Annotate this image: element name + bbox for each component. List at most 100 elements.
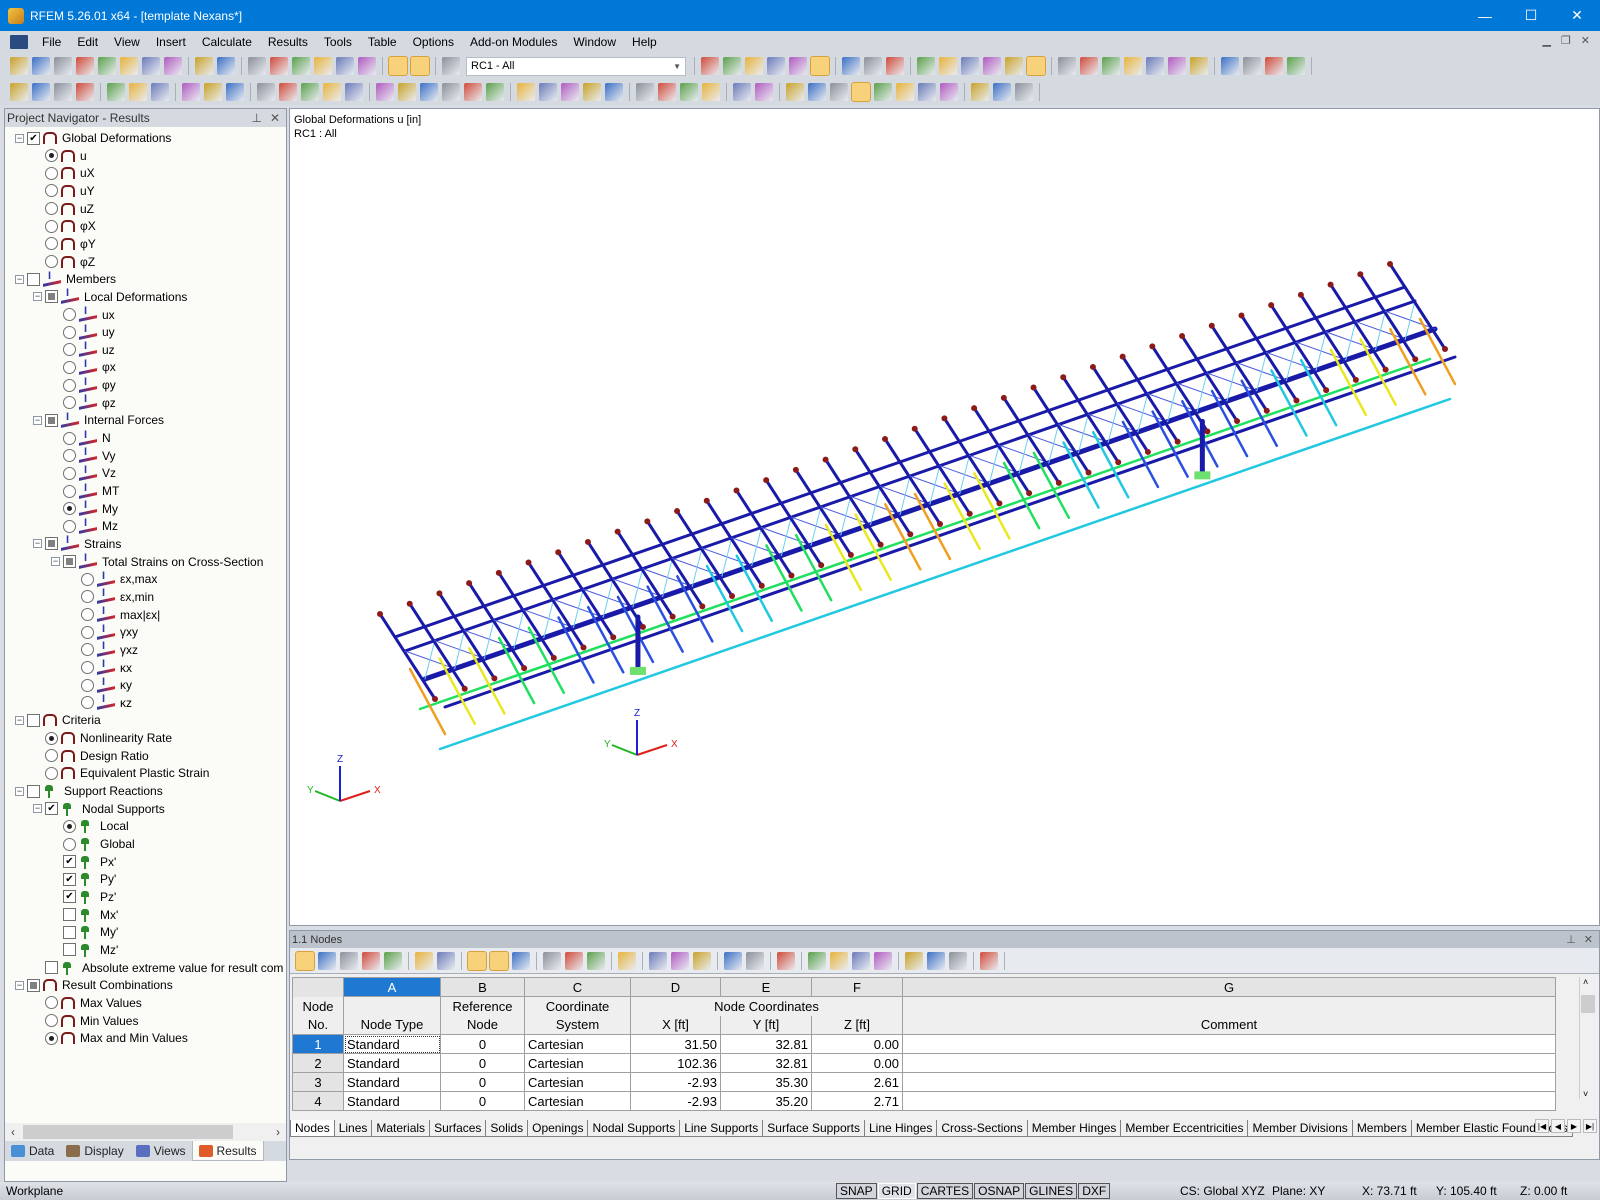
table-close-icon[interactable]: ✕ — [1584, 933, 1593, 946]
sheet-tab-line-hinges[interactable]: Line Hinges — [863, 1120, 938, 1137]
mdi-restore-icon[interactable]: ❐ — [1561, 34, 1571, 47]
radio-button[interactable] — [81, 643, 94, 657]
toolbar-icon-23[interactable] — [767, 57, 785, 75]
first-sheet-icon[interactable]: |◀ — [1535, 1119, 1549, 1133]
toolbar-icon-24[interactable] — [789, 57, 807, 75]
toolbar-icon-7[interactable] — [437, 951, 455, 970]
radio-button[interactable] — [45, 1014, 58, 1027]
radio-button[interactable] — [63, 449, 76, 463]
toolbar-icon-26[interactable] — [842, 57, 860, 75]
tree-item[interactable]: φY — [45, 235, 96, 253]
tree-item[interactable]: φZ — [45, 253, 95, 271]
x-cell[interactable]: -2.93 — [630, 1091, 721, 1111]
coordinate-system-cell[interactable]: Cartesian — [524, 1034, 631, 1054]
sheet-tab-member-eccentricities[interactable]: Member Eccentricities — [1120, 1120, 1249, 1137]
radio-button[interactable] — [63, 466, 76, 480]
tree-item[interactable]: − Total Strains on Cross-Section — [51, 552, 263, 571]
checkbox[interactable] — [63, 908, 76, 922]
sheet-tab-materials[interactable]: Materials — [371, 1120, 431, 1137]
menu-view[interactable]: View — [106, 35, 148, 49]
toolbar-icon-35[interactable] — [1058, 57, 1076, 75]
checkbox[interactable]: ✔ — [63, 872, 76, 886]
scroll-thumb[interactable] — [23, 1125, 233, 1139]
sheet-tab-member-divisions[interactable]: Member Divisions — [1247, 1120, 1353, 1137]
tree-item[interactable]: uZ — [45, 200, 94, 218]
table-vscrollbar[interactable]: ˄ ˅ — [1579, 977, 1595, 1099]
pin-icon[interactable]: ⊥ — [251, 111, 261, 125]
toolbar-icon-14[interactable] — [323, 83, 341, 101]
toolbar-icon-10[interactable] — [512, 951, 530, 970]
toggle-dxf[interactable]: DXF — [1078, 1183, 1111, 1199]
toolbar-icon-9[interactable] — [489, 950, 509, 971]
structure-model[interactable]: X Y Z X Y Z — [290, 109, 1600, 927]
z-cell[interactable]: 0.00 — [811, 1053, 903, 1073]
toolbar-icon-28[interactable] — [658, 83, 676, 101]
toolbar-icon-41[interactable] — [971, 83, 989, 101]
sheet-tab-solids[interactable]: Solids — [485, 1120, 529, 1137]
row-number[interactable]: 4 — [292, 1091, 344, 1111]
tree-item[interactable]: My' — [63, 923, 118, 941]
radio-button[interactable] — [63, 431, 76, 445]
toolbar-icon-19[interactable] — [442, 83, 460, 101]
radio-button[interactable] — [81, 608, 94, 622]
checkbox[interactable] — [63, 943, 76, 957]
table-row[interactable]: 1 Standard 0 Cartesian 31.50 32.81 0.00 — [292, 1034, 1556, 1054]
toolbar-icon-26[interactable] — [927, 951, 945, 970]
toolbar-icon-12[interactable] — [279, 83, 297, 101]
toolbar-icon-27[interactable] — [949, 951, 967, 970]
toolbar-icon-6[interactable] — [415, 951, 433, 970]
toggle-glines[interactable]: GLINES — [1025, 1183, 1078, 1199]
toggle-osnap[interactable]: OSNAP — [974, 1183, 1025, 1199]
tree-item[interactable]: max|εx| — [81, 605, 160, 624]
menu-insert[interactable]: Insert — [148, 35, 194, 49]
table-scroll-thumb[interactable] — [1581, 995, 1595, 1013]
toolbar-icon-4[interactable] — [362, 951, 380, 970]
toolbar-icon-38[interactable] — [1124, 57, 1142, 75]
toolbar-icon-1[interactable] — [295, 950, 315, 971]
toolbar-icon-22[interactable] — [517, 83, 535, 101]
toolbar-icon-21[interactable] — [723, 57, 741, 75]
next-sheet-icon[interactable]: ▶ — [1567, 1119, 1581, 1133]
tree-item[interactable]: ✔ Py' — [63, 870, 116, 888]
toolbar-icon-10[interactable] — [217, 57, 235, 75]
toolbar-icon-24[interactable] — [874, 951, 892, 970]
toolbar-icon-32[interactable] — [755, 83, 773, 101]
checkbox[interactable] — [45, 290, 58, 304]
tree-item[interactable]: uz — [63, 340, 115, 359]
x-cell[interactable]: 31.50 — [630, 1034, 721, 1054]
toolbar-icon-38[interactable] — [896, 83, 914, 101]
tree-item[interactable]: φX — [45, 217, 96, 235]
radio-button[interactable] — [45, 237, 58, 251]
toolbar-icon-42[interactable] — [1221, 57, 1239, 75]
tree-item[interactable]: Global — [63, 835, 135, 853]
toolbar-icon-28[interactable] — [980, 951, 998, 970]
col-header-f[interactable]: F — [811, 977, 903, 997]
row-number[interactable]: 1 — [292, 1034, 344, 1054]
checkbox[interactable] — [27, 272, 40, 286]
collapse-icon[interactable]: − — [15, 980, 24, 990]
toolbar-icon-20[interactable] — [464, 83, 482, 101]
toolbar-icon-2[interactable] — [318, 951, 336, 970]
toolbar-icon-45[interactable] — [1287, 57, 1305, 75]
toolbar-icon-29[interactable] — [680, 83, 698, 101]
table-pin-icon[interactable]: ⊥ — [1566, 933, 1576, 946]
radio-button[interactable] — [45, 731, 58, 745]
radio-button[interactable] — [63, 360, 76, 374]
toolbar-icon-31[interactable] — [961, 57, 979, 75]
y-cell[interactable]: 32.81 — [720, 1053, 812, 1073]
radio-button[interactable] — [45, 766, 58, 780]
node-type-cell[interactable]: Standard — [343, 1091, 441, 1111]
tree-item[interactable]: Vz — [63, 464, 116, 482]
collapse-icon[interactable]: − — [15, 786, 24, 796]
toolbar-icon-7[interactable] — [151, 83, 169, 101]
tree-item[interactable]: ✔ Pz' — [63, 888, 116, 906]
tree-item[interactable]: γxy — [81, 623, 138, 641]
menu-table[interactable]: Table — [360, 35, 405, 49]
col-header-b[interactable]: B — [440, 977, 525, 997]
toolbar-icon-24[interactable] — [561, 83, 579, 101]
menu-tools[interactable]: Tools — [316, 35, 360, 49]
collapse-icon[interactable]: − — [15, 274, 24, 284]
toolbar-icon-25[interactable] — [583, 83, 601, 101]
toolbar-icon-34[interactable] — [1026, 56, 1046, 76]
tree-item[interactable]: − Members — [15, 270, 116, 288]
